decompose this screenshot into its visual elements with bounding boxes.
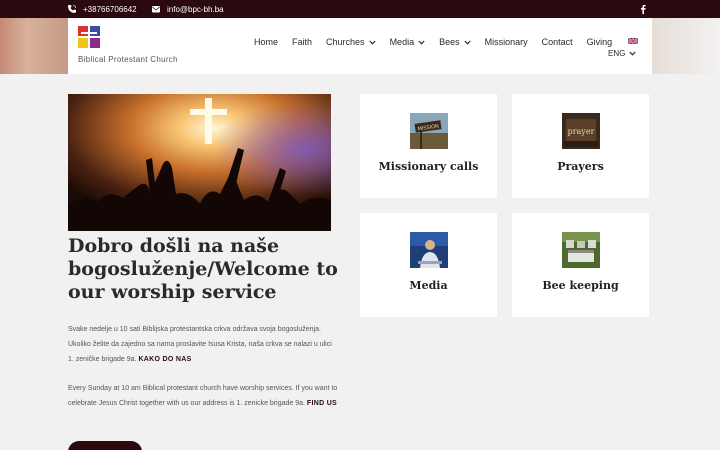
card-title: Missionary calls: [378, 160, 479, 173]
email-address: info@bpc-bh.ba: [167, 4, 224, 14]
facebook-icon: [641, 4, 646, 14]
intro-paragraph-english: Every Sunday at 10 am Biblical protestan…: [68, 381, 338, 411]
sign-text: prayer: [567, 127, 594, 136]
chevron-down-icon: [463, 40, 471, 45]
intro-paragraph-local: Svake nedelje u 10 sati Biblijska protes…: [68, 322, 338, 367]
find-us-link[interactable]: FIND US: [307, 400, 337, 407]
phone-icon: [68, 4, 77, 13]
nav-home[interactable]: Home: [254, 37, 278, 47]
top-bar: +38766706642 info@bpc-bh.ba: [0, 0, 720, 18]
missionary-thumbnail: MISSION: [409, 113, 448, 149]
nav-missionary[interactable]: Missionary: [485, 37, 528, 47]
header-background-image-left: [0, 18, 68, 74]
phone-contact[interactable]: +38766706642: [67, 0, 137, 18]
nav-label: Churches: [326, 37, 365, 47]
language-label: ENG: [608, 49, 626, 58]
chevron-down-icon: [629, 51, 636, 56]
nav-label: Bees: [439, 37, 460, 47]
card-title: Prayers: [557, 160, 604, 173]
email-contact[interactable]: info@bpc-bh.ba: [151, 0, 224, 18]
site-header: Biblical Protestant Church Home Faith Ch…: [68, 18, 652, 74]
nav-churches[interactable]: Churches: [326, 37, 376, 47]
mail-icon: [152, 6, 160, 13]
welcome-heading: Dobro došli na naše bogosluženje/Welcome…: [68, 235, 338, 303]
cta-button[interactable]: [68, 441, 142, 450]
nav-label: Missionary: [484, 37, 528, 47]
language-selector[interactable]: ENG: [608, 38, 638, 58]
nav-bees[interactable]: Bees: [439, 37, 471, 47]
card-prayers[interactable]: prayer Prayers: [512, 94, 649, 198]
nav-label: Faith: [292, 37, 313, 47]
uk-flag-icon: [628, 38, 638, 44]
card-title: Media: [409, 279, 448, 292]
nav-label: Home: [254, 37, 279, 47]
chevron-down-icon: [418, 40, 425, 45]
phone-number: +38766706642: [83, 4, 137, 14]
directions-link[interactable]: KAKO DO NAS: [138, 356, 191, 363]
card-bee-keeping[interactable]: Bee keeping: [512, 213, 649, 317]
media-thumbnail: [409, 232, 448, 268]
brand-name: Biblical Protestant Church: [78, 55, 178, 64]
nav-label: Contact: [541, 37, 573, 47]
nav-media[interactable]: Media: [390, 37, 426, 47]
card-title: Bee keeping: [542, 279, 619, 292]
card-media[interactable]: Media: [360, 213, 497, 317]
intro-text-english: Every Sunday at 10 am Biblical protestan…: [68, 385, 338, 407]
chevron-down-icon: [368, 40, 376, 45]
facebook-link[interactable]: [640, 0, 646, 18]
worship-hero-image: [68, 94, 331, 231]
nav-faith[interactable]: Faith: [292, 37, 312, 47]
header-background-image-right: [652, 18, 720, 74]
beekeeping-thumbnail: [561, 232, 600, 268]
intro-text-local: Svake nedelje u 10 sati Biblijska protes…: [68, 326, 332, 363]
nav-label: Media: [389, 37, 415, 47]
nav-contact[interactable]: Contact: [542, 37, 573, 47]
church-logo[interactable]: [78, 26, 100, 48]
card-missionary-calls[interactable]: MISSION Missionary calls: [360, 94, 497, 198]
prayers-thumbnail: prayer: [561, 113, 600, 149]
main-navigation: Home Faith Churches Media Bees Missionar…: [254, 37, 612, 47]
